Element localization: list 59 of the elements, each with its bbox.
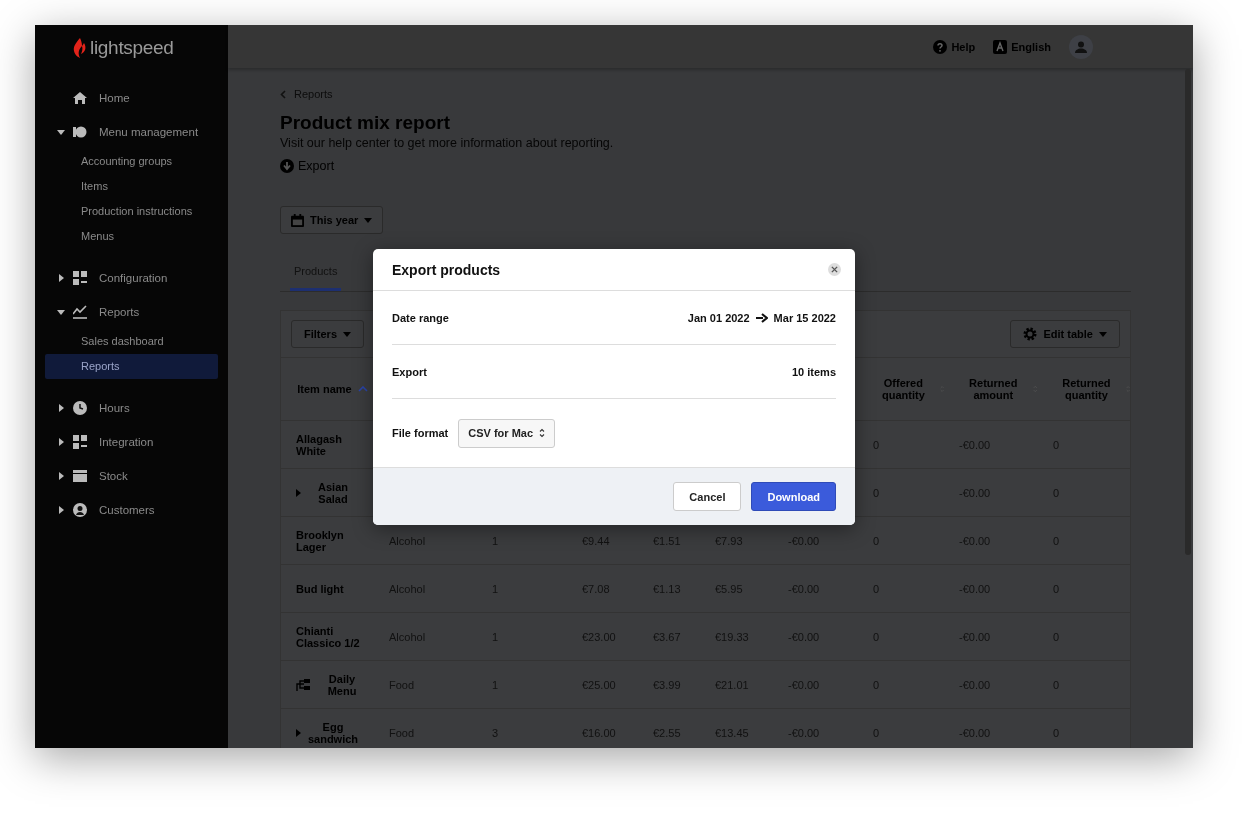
- updown-icon: [539, 428, 546, 438]
- calendar-icon: [291, 213, 304, 227]
- help-icon: [933, 39, 948, 54]
- field-label: Export: [392, 365, 427, 378]
- grid-plus-icon: [73, 435, 87, 449]
- caret-down-icon: [1099, 331, 1107, 337]
- file-format-select[interactable]: CSV for Mac: [458, 418, 556, 448]
- nav-item[interactable]: Home: [35, 81, 228, 115]
- item-count: 10 items: [791, 365, 836, 378]
- item-name-cell-text: Bud light: [295, 582, 345, 595]
- date-to: Mar 15 2022: [773, 311, 836, 324]
- nav-item[interactable]: Hours: [35, 391, 228, 425]
- caret-down-icon: [343, 331, 351, 337]
- nav-item[interactable]: Customers: [35, 493, 228, 527]
- close-button[interactable]: [828, 263, 841, 276]
- nav-item[interactable]: Integration: [35, 425, 228, 459]
- download-icon: [280, 159, 294, 173]
- download-button[interactable]: Download: [751, 482, 836, 511]
- field-label: Date range: [392, 311, 449, 324]
- user-circle-icon: [73, 503, 87, 517]
- item-name-cell-text: Brooklyn Lager: [295, 528, 345, 553]
- settings-icon: [1023, 327, 1038, 341]
- item-name-cell: Daily Menu: [281, 672, 374, 697]
- user-avatar[interactable]: [1069, 34, 1093, 59]
- date-from: Jan 01 2022: [687, 311, 750, 324]
- close-icon: [831, 266, 838, 273]
- drawer-icon: [73, 469, 87, 483]
- nav-subitem[interactable]: Production instructions: [45, 199, 218, 224]
- item-name-cell-text: Allagash White: [295, 432, 343, 457]
- caret-down-icon: [364, 217, 373, 223]
- dialog-title: Export products: [392, 261, 501, 278]
- clock-icon: [73, 401, 87, 415]
- nav-subitem[interactable]: Menus: [45, 224, 218, 249]
- nav-subitem[interactable]: Sales dashboard: [45, 329, 218, 354]
- grid-icon: [73, 271, 87, 285]
- item-name-cell-text: Chianti Classico 1/2: [295, 624, 361, 649]
- nav-item[interactable]: Reports: [35, 295, 228, 329]
- item-name-cell: Egg sandwich: [281, 720, 374, 745]
- combo-icon: [296, 678, 310, 691]
- nav-subitem[interactable]: Items: [45, 174, 218, 199]
- brand-name: lightspeed: [90, 37, 174, 59]
- caret-right-icon: [296, 488, 301, 497]
- page-title: Product mix report: [280, 112, 451, 134]
- nav-subitem[interactable]: Reports: [45, 354, 218, 379]
- item-name-cell: Asian Salad: [281, 480, 374, 505]
- cancel-button[interactable]: Cancel: [673, 482, 742, 511]
- chevron-left-icon: [280, 89, 286, 99]
- home-icon: [73, 91, 87, 105]
- nav-item[interactable]: Configuration: [35, 261, 228, 295]
- flame-logo-icon: [73, 38, 87, 58]
- caret-right-icon: [296, 728, 301, 737]
- nav-item[interactable]: Menu management: [35, 115, 228, 149]
- nav-item[interactable]: Stock: [35, 459, 228, 493]
- arrow-right-icon: [755, 312, 768, 323]
- menu-book-icon: [73, 125, 87, 139]
- field-label: File format: [392, 427, 449, 439]
- translate-icon: [993, 39, 1008, 54]
- chart-line-icon: [73, 305, 87, 319]
- nav-subitem[interactable]: Accounting groups: [45, 149, 218, 174]
